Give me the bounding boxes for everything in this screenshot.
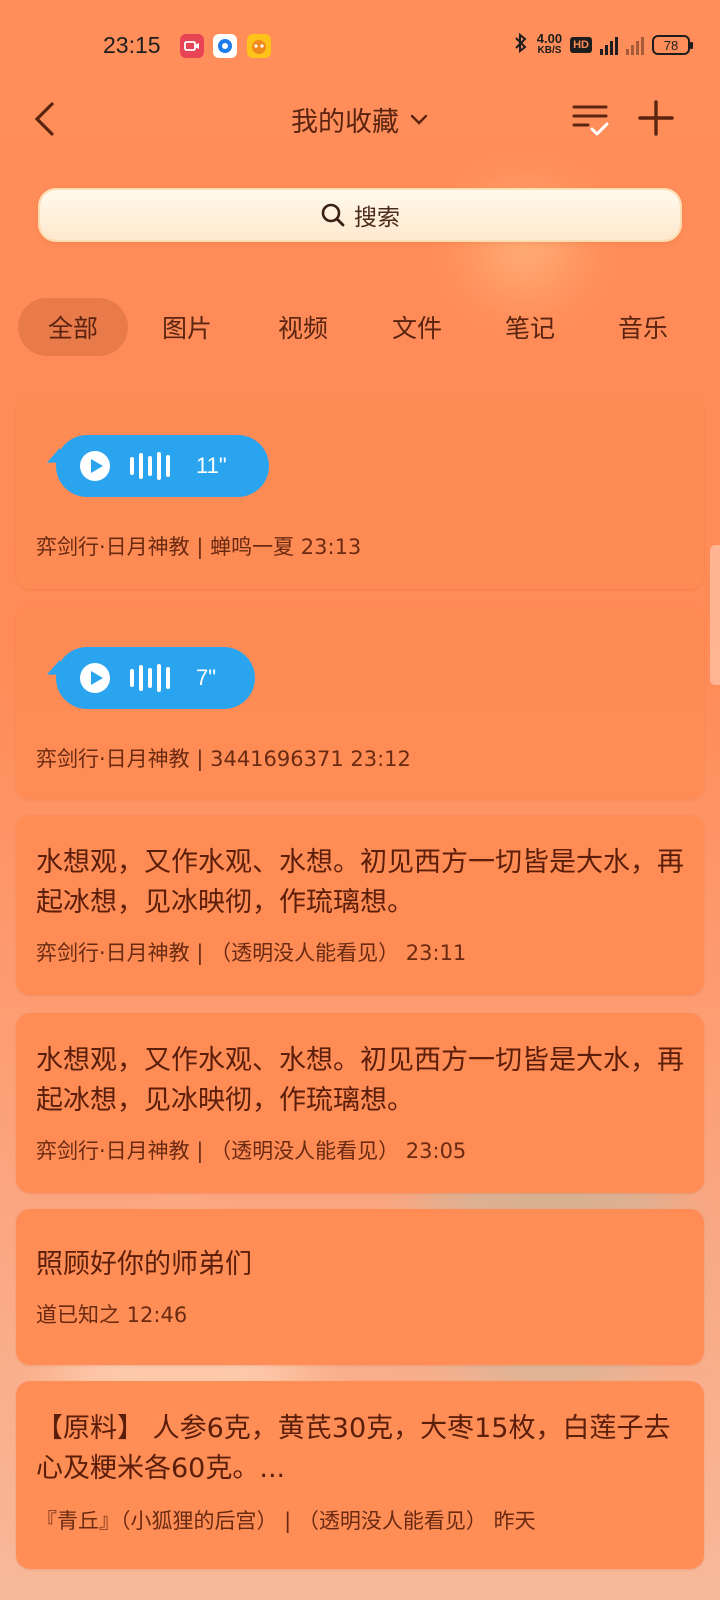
item-meta: 弈剑行·日月神教 | 蝉鸣一夏 23:13 bbox=[36, 535, 362, 559]
search-label: 搜索 bbox=[354, 205, 400, 231]
play-icon bbox=[80, 451, 110, 481]
chevron-down-icon bbox=[410, 114, 428, 125]
item-text: 水想观，又作水观、水想。初见西方一切皆是大水，再起冰想，见冰映彻，作琉璃想。 bbox=[36, 847, 684, 918]
category-tabs: 全部 图片 视频 文件 笔记 音乐 bbox=[18, 298, 718, 356]
list-item[interactable]: 水想观，又作水观、水想。初见西方一切皆是大水，再起冰想，见冰映彻，作琉璃想。 弈… bbox=[16, 1013, 704, 1193]
item-meta: 弈剑行·日月神教 | 3441696371 23:12 bbox=[36, 747, 411, 771]
tab-all[interactable]: 全部 bbox=[18, 298, 128, 356]
voice-message-bubble[interactable]: 7" bbox=[56, 647, 255, 709]
item-meta: 『青丘』（小狐狸的后宫） | （透明没人能看见） 昨天 bbox=[36, 1509, 536, 1533]
tab-files[interactable]: 文件 bbox=[360, 298, 474, 356]
item-text: 【原料】 人参6克，黄芪30克，大枣15枚，白莲子去心及粳米各60克。... bbox=[36, 1413, 671, 1484]
signal-5g-icon bbox=[600, 35, 618, 55]
plus-icon bbox=[638, 100, 674, 136]
game-app-icon bbox=[247, 34, 271, 58]
waveform-icon bbox=[130, 663, 170, 693]
status-indicators: 4.00 KB/S HD 78 bbox=[513, 30, 693, 60]
voice-message-bubble[interactable]: 11" bbox=[56, 435, 269, 497]
network-speed-value: 4.00 bbox=[536, 31, 563, 46]
waveform-icon bbox=[130, 451, 170, 481]
battery-level: 78 bbox=[663, 37, 679, 53]
tab-music[interactable]: 音乐 bbox=[586, 298, 700, 356]
item-meta: 弈剑行·日月神教 | （透明没人能看见） 23:11 bbox=[36, 941, 467, 965]
item-text: 水想观，又作水观、水想。初见西方一切皆是大水，再起冰想，见冰映彻，作琉璃想。 bbox=[36, 1045, 684, 1116]
search-bar[interactable]: 搜索 bbox=[40, 190, 680, 240]
signal-sim2-icon bbox=[626, 35, 644, 55]
search-icon bbox=[321, 203, 345, 227]
page-title: 我的收藏 bbox=[291, 107, 399, 138]
play-icon bbox=[80, 663, 110, 693]
list-item[interactable]: 水想观，又作水观、水想。初见西方一切皆是大水，再起冰想，见冰映彻，作琉璃想。 弈… bbox=[16, 815, 704, 995]
voice-duration: 11" bbox=[196, 453, 227, 478]
manage-list-button[interactable] bbox=[570, 96, 614, 140]
app-header: 我的收藏 bbox=[0, 90, 720, 150]
browser-app-icon bbox=[213, 34, 237, 58]
list-item[interactable]: 【原料】 人参6克，黄芪30克，大枣15枚，白莲子去心及粳米各60克。... 『… bbox=[16, 1381, 704, 1569]
voice-duration: 7" bbox=[196, 665, 217, 690]
screen-record-icon bbox=[180, 34, 204, 58]
network-speed: 4.00 KB/S bbox=[536, 31, 563, 57]
tab-images[interactable]: 图片 bbox=[128, 298, 246, 356]
list-item[interactable]: 7" 弈剑行·日月神教 | 3441696371 23:12 bbox=[16, 605, 704, 799]
status-bar: 23:15 4.00 KB/S HD 78 bbox=[0, 0, 720, 90]
list-item[interactable]: 照顾好你的师弟们 道已知之 12:46 bbox=[16, 1209, 704, 1365]
hd-badge: HD bbox=[570, 37, 592, 53]
status-time: 23:15 bbox=[103, 32, 161, 58]
battery-indicator: 78 bbox=[652, 35, 693, 55]
list-item[interactable]: 11" 弈剑行·日月神教 | 蝉鸣一夏 23:13 bbox=[16, 395, 704, 589]
tab-videos[interactable]: 视频 bbox=[246, 298, 360, 356]
bluetooth-icon bbox=[513, 32, 529, 59]
add-button[interactable] bbox=[632, 94, 680, 142]
list-check-icon bbox=[572, 105, 609, 136]
tab-notes[interactable]: 笔记 bbox=[474, 298, 586, 356]
item-meta: 弈剑行·日月神教 | （透明没人能看见） 23:05 bbox=[36, 1139, 467, 1163]
item-text: 照顾好你的师弟们 bbox=[36, 1249, 252, 1280]
scrollbar[interactable] bbox=[710, 545, 720, 685]
item-meta: 道已知之 12:46 bbox=[36, 1303, 188, 1327]
network-speed-unit: KB/S bbox=[537, 45, 562, 56]
